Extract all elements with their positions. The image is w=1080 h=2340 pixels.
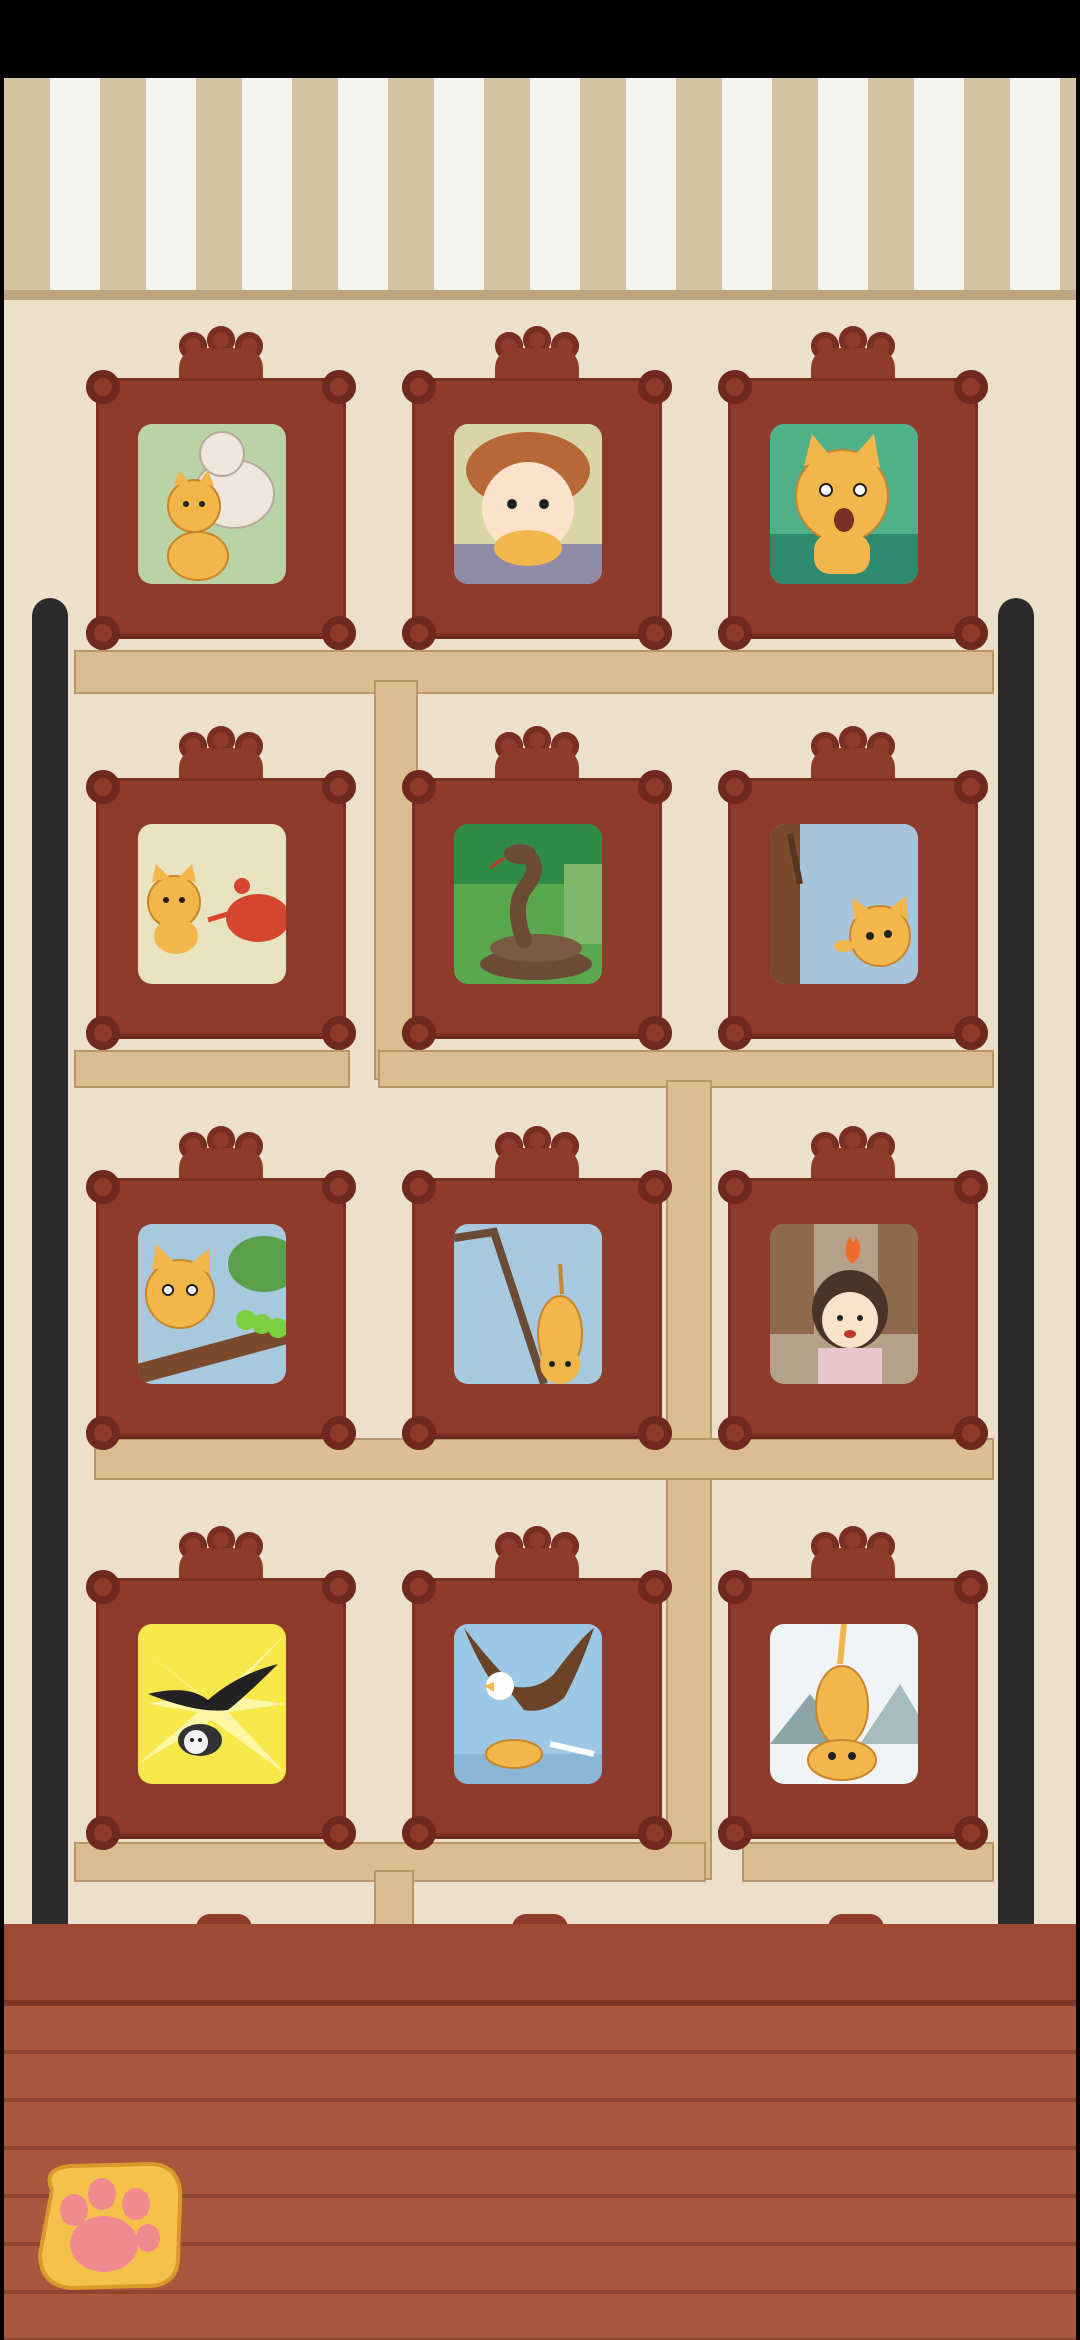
picture-frame-cat-hanging-from-stick[interactable]	[402, 1126, 672, 1450]
picture-frame-crows-attacking[interactable]	[86, 1526, 356, 1850]
shelf-2-left	[74, 1050, 350, 1088]
frame-corner-knob	[322, 1016, 356, 1050]
frame-corner-knob	[322, 770, 356, 804]
picture-frame-cat-and-white-cat[interactable]	[86, 326, 356, 650]
frame-corner-knob	[322, 1416, 356, 1450]
frame-corner-knob	[86, 1416, 120, 1450]
frame-corner-knob	[718, 1170, 752, 1204]
frame-corner-knob	[718, 616, 752, 650]
eagle-icon	[454, 1624, 602, 1784]
frame-corner-knob	[638, 616, 672, 650]
frame-corner-knob	[638, 370, 672, 404]
frame-corner-knob	[954, 616, 988, 650]
picture-frame-cat-and-crab[interactable]	[86, 726, 356, 1050]
frame-corner-knob	[718, 1816, 752, 1850]
frame-corner-knob	[718, 770, 752, 804]
shelf-divider-3	[374, 1870, 414, 1930]
frame-corner-knob	[402, 1570, 436, 1604]
cat-icon	[138, 424, 286, 584]
crow-icon	[138, 1624, 286, 1784]
frame-corner-knob	[402, 1170, 436, 1204]
paw-icon	[37, 2161, 183, 2291]
frame-corner-knob	[954, 1570, 988, 1604]
frame-corner-knob	[402, 1016, 436, 1050]
girl-icon	[770, 1224, 918, 1384]
frame-corner-knob	[322, 616, 356, 650]
curtain-trim	[4, 290, 1076, 300]
frame-corner-knob	[718, 1416, 752, 1450]
frame-corner-knob	[402, 370, 436, 404]
frame-corner-knob	[86, 770, 120, 804]
frame-corner-knob	[954, 1016, 988, 1050]
cat-icon	[454, 1224, 602, 1384]
frame-corner-knob	[638, 1416, 672, 1450]
picture-frame-cat-by-tree[interactable]	[718, 726, 988, 1050]
snake-icon	[454, 824, 602, 984]
frame-corner-knob	[638, 770, 672, 804]
frame-corner-knob	[718, 1016, 752, 1050]
shelf-divider-2	[666, 1080, 712, 1880]
frame-corner-knob	[402, 770, 436, 804]
game-screen	[0, 0, 1080, 2340]
frame-corner-knob	[638, 1016, 672, 1050]
frame-corner-knob	[954, 1816, 988, 1850]
frame-corner-knob	[322, 1816, 356, 1850]
cat-icon	[770, 1624, 918, 1784]
boy-icon	[454, 424, 602, 584]
frame-corner-knob	[86, 370, 120, 404]
picture-frame-angry-girl[interactable]	[718, 1126, 988, 1450]
floor-edge	[4, 1924, 1076, 2006]
picture-frame-scared-cat[interactable]	[718, 1526, 988, 1850]
frame-corner-knob	[86, 1570, 120, 1604]
shelf-4-right	[742, 1842, 994, 1882]
caterpillar-icon	[138, 1224, 286, 1384]
crab-icon	[138, 824, 286, 984]
frame-corner-knob	[402, 1416, 436, 1450]
frame-corner-knob	[86, 1170, 120, 1204]
striped-curtain	[4, 78, 1076, 296]
frame-corner-knob	[638, 1170, 672, 1204]
frame-corner-knob	[954, 770, 988, 804]
paw-button[interactable]	[32, 2160, 188, 2292]
right-pole	[998, 598, 1034, 1928]
frame-corner-knob	[718, 1570, 752, 1604]
frame-corner-knob	[402, 1816, 436, 1850]
frame-corner-knob	[954, 370, 988, 404]
left-pole	[32, 598, 68, 1928]
frame-corner-knob	[86, 616, 120, 650]
shelf-1	[74, 650, 994, 694]
frame-corner-knob	[322, 370, 356, 404]
frame-corner-knob	[718, 370, 752, 404]
frame-corner-knob	[638, 1816, 672, 1850]
frame-corner-knob	[402, 616, 436, 650]
picture-frame-boy-holding-cat[interactable]	[402, 326, 672, 650]
frame-corner-knob	[638, 1570, 672, 1604]
picture-frame-eagle-carrying-cat[interactable]	[402, 1526, 672, 1850]
picture-frame-snake[interactable]	[402, 726, 672, 1050]
frame-corner-knob	[322, 1170, 356, 1204]
cat-icon	[770, 824, 918, 984]
cat-icon	[770, 424, 918, 584]
picture-frame-cat-on-branch-with-caterpillar[interactable]	[86, 1126, 356, 1450]
picture-frame-crying-cat[interactable]	[718, 326, 988, 650]
frame-corner-knob	[86, 1016, 120, 1050]
frame-corner-knob	[322, 1570, 356, 1604]
frame-corner-knob	[86, 1816, 120, 1850]
frame-corner-knob	[954, 1416, 988, 1450]
frame-corner-knob	[954, 1170, 988, 1204]
status-bar	[0, 0, 1080, 78]
